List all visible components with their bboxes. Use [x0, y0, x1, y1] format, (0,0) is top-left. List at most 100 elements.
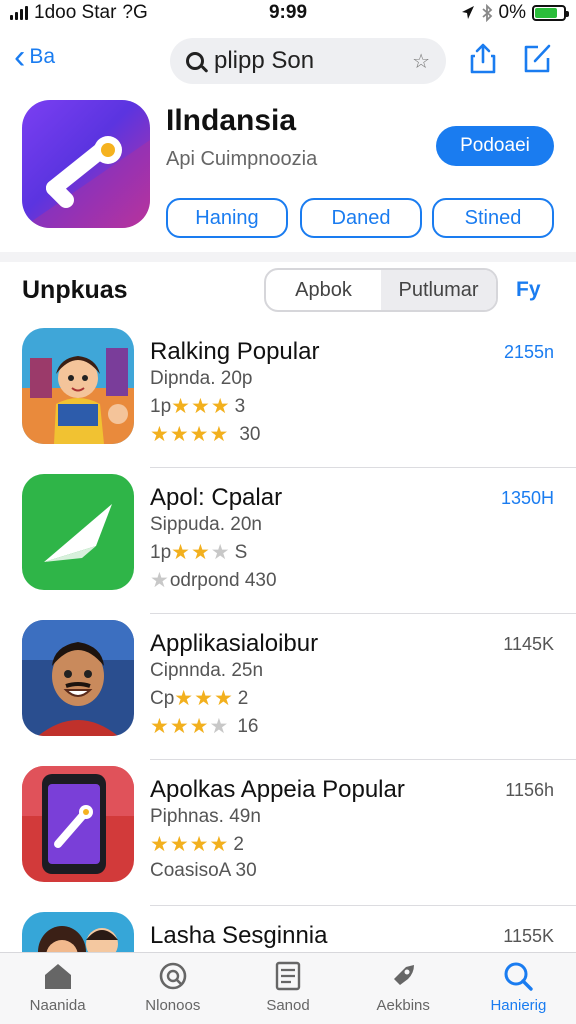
star-icon: ★ [189, 423, 210, 446]
search-icon [504, 962, 534, 991]
carrier-name: 1doo Star [34, 2, 117, 23]
tab-apps[interactable]: Sanod [230, 953, 345, 1024]
get-button[interactable]: Podoaei [436, 126, 554, 166]
star-icon: ★ [213, 687, 234, 710]
app-size: 1155K [503, 926, 554, 946]
star-icon: ★ [209, 423, 230, 446]
list-item[interactable]: Apolkas Appeia Popular Piphnas. 49n ★★★★… [0, 760, 576, 906]
list-item[interactable]: Applikasialoibur Cipnnda. 25n Cp ★★★ 2 ★… [0, 614, 576, 760]
tab-bar: Naanida Nlonoos Sanod Aekbins Hanierig [0, 952, 576, 1024]
star-rating: ★★★ [174, 686, 233, 711]
star-rating: ★★★ [171, 540, 230, 565]
segment-0[interactable]: Apbok [266, 270, 381, 310]
app-name: Apol: Cpalar [150, 484, 283, 511]
star-icon: ★ [171, 541, 191, 564]
app-name: Ralking Popular [150, 338, 320, 365]
app-name: Apolkas Appeia Popular [150, 776, 405, 803]
tab-label: Aekbins [376, 997, 430, 1014]
document-icon [275, 961, 301, 991]
meta-suffix: S [234, 541, 248, 563]
search-icon [186, 52, 204, 70]
star-icon: ★ [150, 423, 170, 446]
chevron-left-icon: ‹ [14, 38, 26, 76]
star-rating: ★★★★ [150, 832, 229, 857]
star-icon: ★ [169, 423, 190, 446]
app-size: 1350H [500, 488, 554, 508]
app-meta-line: 1p ★★★ 3 [150, 394, 245, 419]
location-arrow-icon [461, 6, 474, 19]
signal-icon [10, 6, 28, 20]
rating-count: 30 [239, 423, 261, 445]
filter-link[interactable]: Fy [516, 278, 541, 302]
featured-app: Ilndansia Api Cuimpnoozia Podoaei Haning… [0, 92, 576, 252]
star-icon: ★ [194, 687, 214, 710]
app-meta-line: ★★★★ 2 [150, 832, 244, 857]
meta-suffix: 3 [234, 395, 246, 417]
section-divider [0, 252, 576, 262]
tab-today[interactable]: Naanida [0, 953, 115, 1024]
rating-count: CoasisoA 30 [150, 860, 257, 881]
star-icon: ★ [171, 395, 191, 418]
compose-icon[interactable] [522, 42, 552, 74]
app-name: Lasha Sesginnia [150, 922, 328, 949]
tab-search[interactable]: Hanierig [461, 953, 576, 1024]
app-rating-line: CoasisoA 30 [150, 860, 257, 882]
segmented-control: Apbok Putlumar [264, 268, 498, 312]
music-note-icon [22, 136, 150, 228]
star-icon: ★ [210, 395, 231, 418]
search-circle-icon [159, 962, 187, 990]
back-label: Ba [29, 45, 56, 68]
star-icon: ★ [169, 715, 190, 738]
tab-label: Hanierig [490, 997, 547, 1014]
share-icon[interactable] [468, 42, 498, 74]
star-rating: ★★★★ [150, 422, 229, 447]
featured-app-icon[interactable] [22, 100, 150, 228]
bluetooth-icon [481, 4, 492, 22]
star-icon: ★ [209, 715, 230, 738]
tab-arcade[interactable]: Aekbins [346, 953, 461, 1024]
meta-suffix: 2 [237, 687, 249, 709]
battery-percent: 0% [498, 2, 526, 23]
app-developer: Dipnda. 20p [150, 368, 253, 389]
list-item[interactable]: Ralking Popular Dipnda. 20p 1p ★★★ 3 ★★★… [0, 322, 576, 468]
star-rating: ★★★ [171, 394, 230, 419]
star-icon: ★ [189, 715, 210, 738]
star-icon[interactable]: ☆ [412, 49, 430, 74]
app-icon-send [22, 474, 134, 590]
list-item[interactable]: Apol: Cpalar Sippuda. 20n 1p ★★★ S ★ odr… [0, 468, 576, 614]
app-size: 1156h [505, 780, 554, 800]
star-icon: ★ [174, 687, 195, 710]
star-rating: ★ [150, 568, 170, 593]
chip-1[interactable]: Daned [300, 198, 422, 238]
app-size: 2155n [503, 342, 554, 362]
chip-0[interactable]: Haning [166, 198, 288, 238]
star-icon: ★ [209, 833, 230, 856]
segment-1[interactable]: Putlumar [381, 270, 496, 310]
app-rating-line: ★★★★ 30 [150, 422, 260, 447]
app-icon-man [22, 620, 134, 736]
status-right: 0% [461, 2, 569, 24]
tab-games[interactable]: Nlonoos [115, 953, 230, 1024]
star-icon: ★ [190, 395, 211, 418]
star-icon: ★ [150, 569, 170, 592]
star-icon: ★ [189, 833, 210, 856]
star-icon: ★ [150, 715, 170, 738]
chip-2[interactable]: Stined [432, 198, 554, 238]
app-developer: Piphnas. 49n [150, 806, 261, 827]
star-icon: ★ [169, 833, 190, 856]
star-icon: ★ [210, 541, 231, 564]
app-meta-line: Cp ★★★ 2 [150, 686, 248, 711]
rocket-icon [394, 965, 415, 985]
search-field[interactable]: plipp Son ☆ [170, 38, 446, 84]
app-developer: Sippuda. 20n [150, 514, 262, 535]
meta-prefix: 1p [150, 395, 172, 417]
app-rating-line: ★ odrpond 430 [150, 568, 277, 593]
app-size: 1145K [503, 634, 554, 654]
nav-bar: ‹ Ba plipp Son ☆ [0, 34, 576, 88]
meta-prefix: Cp [150, 687, 175, 709]
app-icon-girl [22, 328, 134, 444]
back-button[interactable]: ‹ Ba [14, 38, 56, 76]
meta-suffix: 2 [233, 833, 244, 855]
tab-label: Sanod [266, 997, 310, 1014]
tab-label: Naanida [29, 997, 86, 1014]
